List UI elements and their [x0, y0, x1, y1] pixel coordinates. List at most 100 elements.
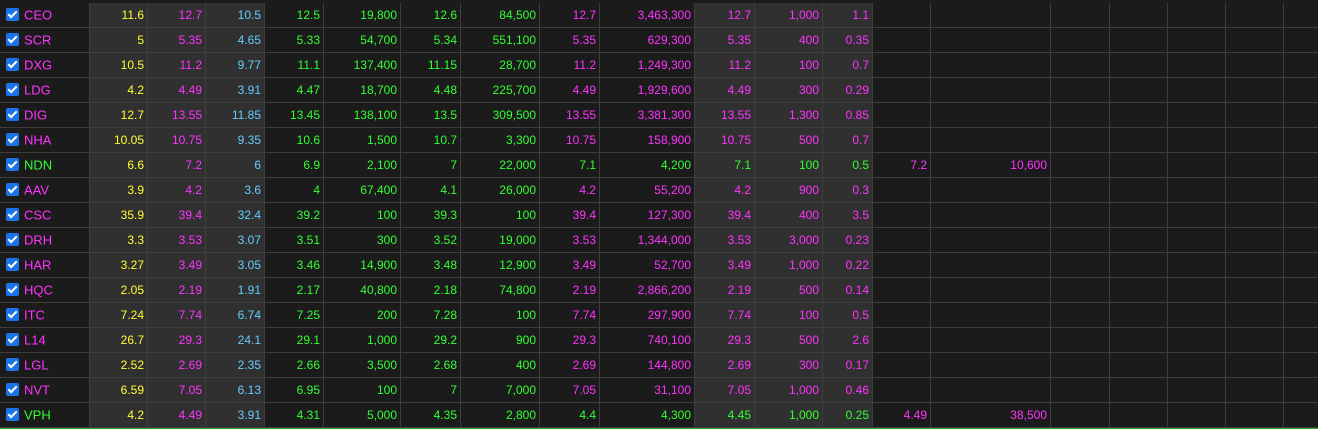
bid-price-cell: 2.17: [265, 278, 324, 302]
table-row[interactable]: HQC 2.05 2.19 1.91 2.17 40,800 2.18 74,800 2.19 2…: [0, 278, 1318, 303]
symbol-cell[interactable]: LGL: [0, 353, 90, 377]
ref-cell: 35.9: [90, 203, 148, 227]
ask-price-cell: 7.05: [540, 378, 600, 402]
floor-cell: 3.91: [206, 78, 265, 102]
symbol-cell[interactable]: HQC: [0, 278, 90, 302]
last-price-cell: 39.3: [401, 203, 461, 227]
table-row[interactable]: ITC 7.24 7.74 6.74 7.25 200 7.28 100 7.74 297,900…: [0, 303, 1318, 328]
checkbox-checked-icon[interactable]: [6, 257, 19, 271]
last-price-cell: 4.48: [401, 78, 461, 102]
checkbox-checked-icon[interactable]: [6, 7, 19, 21]
symbol-cell[interactable]: DXG: [0, 53, 90, 77]
checkbox-checked-icon[interactable]: [6, 32, 19, 46]
e1-cell: [1051, 28, 1110, 52]
symbol-cell[interactable]: LDG: [0, 78, 90, 102]
table-row[interactable]: CSC 35.9 39.4 32.4 39.2 100 39.3 100 39.4 127,300…: [0, 203, 1318, 228]
checkbox-checked-icon[interactable]: [6, 207, 19, 221]
symbol-cell[interactable]: L14: [0, 328, 90, 352]
table-row[interactable]: DIG 12.7 13.55 11.85 13.45 138,100 13.5 309,500…: [0, 103, 1318, 128]
last-vol-cell: 19,000: [461, 228, 540, 252]
symbol-cell[interactable]: HAR: [0, 253, 90, 277]
extra-price-cell: [873, 203, 931, 227]
checkbox-checked-icon[interactable]: [6, 307, 19, 321]
symbol-cell[interactable]: SCR: [0, 28, 90, 52]
symbol-cell[interactable]: NHA: [0, 128, 90, 152]
last-vol-cell: 400: [461, 353, 540, 377]
bid-price-cell: 4.31: [265, 403, 324, 427]
checkbox-checked-icon[interactable]: [6, 382, 19, 396]
table-row[interactable]: L14 26.7 29.3 24.1 29.1 1,000 29.2 900 29.3 740,1…: [0, 328, 1318, 353]
table-row[interactable]: CEO 11.6 12.7 10.5 12.5 19,800 12.6 84,500 12.7 3…: [0, 3, 1318, 28]
checkbox-checked-icon[interactable]: [6, 332, 19, 346]
table-row[interactable]: NVT 6.59 7.05 6.13 6.95 100 7 7,000 7.05 31,100 7.…: [0, 378, 1318, 403]
table-row[interactable]: VPH 4.2 4.49 3.91 4.31 5,000 4.35 2,800 4.4 4,300…: [0, 403, 1318, 428]
symbol-cell[interactable]: NVT: [0, 378, 90, 402]
change-cell: 0.14: [823, 278, 873, 302]
ask-vol-cell: 3,463,300: [600, 3, 695, 27]
e2-cell: [1110, 353, 1168, 377]
price-board: CEO 11.6 12.7 10.5 12.5 19,800 12.6 84,500 12.7 3…: [0, 0, 1318, 429]
checkbox-checked-icon[interactable]: [6, 82, 19, 96]
symbol-label: NVT: [24, 382, 50, 398]
extra-price-cell: [873, 378, 931, 402]
symbol-label: AAV: [24, 182, 50, 198]
table-row[interactable]: LDG 4.2 4.49 3.91 4.47 18,700 4.48 225,700 4.49 1…: [0, 78, 1318, 103]
table-row[interactable]: LGL 2.52 2.69 2.35 2.66 3,500 2.68 400 2.69 144,8…: [0, 353, 1318, 378]
extra-price-cell: 4.49: [873, 403, 931, 427]
change-cell: 0.29: [823, 78, 873, 102]
symbol-cell[interactable]: CSC: [0, 203, 90, 227]
checkbox-checked-icon[interactable]: [6, 132, 19, 146]
e1-cell: [1051, 3, 1110, 27]
lot-cell: 300: [755, 78, 823, 102]
checkbox-checked-icon[interactable]: [6, 282, 19, 296]
bid-price-cell: 3.46: [265, 253, 324, 277]
e4-cell: [1226, 328, 1284, 352]
checkbox-checked-icon[interactable]: [6, 107, 19, 121]
symbol-cell[interactable]: VPH: [0, 403, 90, 427]
floor-cell: 3.07: [206, 228, 265, 252]
table-row[interactable]: AAV 3.9 4.2 3.6 4 67,400 4.1 26,000 4.2 55,200 4.2…: [0, 178, 1318, 203]
symbol-cell[interactable]: AAV: [0, 178, 90, 202]
bid-price-cell: 13.45: [265, 103, 324, 127]
symbol-cell[interactable]: CEO: [0, 3, 90, 27]
bid-price-cell: 5.33: [265, 28, 324, 52]
table-row[interactable]: HAR 3.27 3.49 3.05 3.46 14,900 3.48 12,900 3.49 5…: [0, 253, 1318, 278]
ask-price-cell: 3.53: [540, 228, 600, 252]
table-row[interactable]: DRH 3.3 3.53 3.07 3.51 300 3.52 19,000 3.53 1,344…: [0, 228, 1318, 253]
lot-cell: 900: [755, 178, 823, 202]
ask-price-cell: 11.2: [540, 53, 600, 77]
last-vol-cell: 12,900: [461, 253, 540, 277]
bid-vol-cell: 19,800: [324, 3, 401, 27]
checkbox-checked-icon[interactable]: [6, 182, 19, 196]
e4-cell: [1226, 303, 1284, 327]
last-price-cell: 5.34: [401, 28, 461, 52]
ask-price-cell: 7.1: [540, 153, 600, 177]
ref-cell: 6.59: [90, 378, 148, 402]
table-row[interactable]: NHA 10.05 10.75 9.35 10.6 1,500 10.7 3,300 10.75…: [0, 128, 1318, 153]
checkbox-checked-icon[interactable]: [6, 57, 19, 71]
extra-vol-cell: [931, 3, 1051, 27]
ceiling-cell: 2.19: [148, 278, 206, 302]
checkbox-checked-icon[interactable]: [6, 157, 19, 171]
e5-cell: [1284, 128, 1318, 152]
table-row[interactable]: NDN 6.6 7.2 6 6.9 2,100 7 22,000 7.1 4,200 7.1 100 0…: [0, 153, 1318, 178]
last-vol-cell: 7,000: [461, 378, 540, 402]
e3-cell: [1168, 28, 1226, 52]
e1-cell: [1051, 303, 1110, 327]
bid-price-cell: 10.6: [265, 128, 324, 152]
last-vol-cell: 2,800: [461, 403, 540, 427]
table-row[interactable]: SCR 5 5.35 4.65 5.33 54,700 5.34 551,100 5.35 629…: [0, 28, 1318, 53]
symbol-cell[interactable]: DIG: [0, 103, 90, 127]
checkbox-checked-icon[interactable]: [6, 407, 19, 421]
ask-vol-cell: 144,800: [600, 353, 695, 377]
ask-vol-cell: 4,300: [600, 403, 695, 427]
symbol-cell[interactable]: NDN: [0, 153, 90, 177]
symbol-cell[interactable]: ITC: [0, 303, 90, 327]
checkbox-checked-icon[interactable]: [6, 357, 19, 371]
symbol-cell[interactable]: DRH: [0, 228, 90, 252]
table-row[interactable]: DXG 10.5 11.2 9.77 11.1 137,400 11.15 28,700 11.…: [0, 53, 1318, 78]
last-price-cell: 2.18: [401, 278, 461, 302]
high-cell: 4.2: [695, 178, 755, 202]
bid-price-cell: 12.5: [265, 3, 324, 27]
checkbox-checked-icon[interactable]: [6, 232, 19, 246]
